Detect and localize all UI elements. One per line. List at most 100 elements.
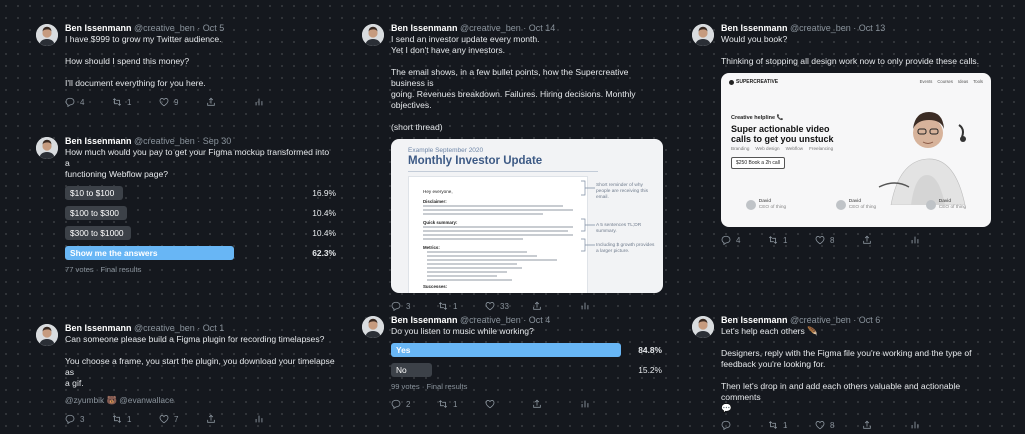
nav-link[interactable]: Events [920, 79, 933, 84]
share-button[interactable] [532, 399, 580, 409]
author-name[interactable]: Ben Issenmann [391, 23, 458, 33]
nav-link[interactable]: Tools [973, 79, 983, 84]
author-handle[interactable]: @creative_ben [790, 315, 851, 325]
tag[interactable]: Freelancing [809, 146, 833, 151]
like-button[interactable] [485, 399, 532, 409]
tweet-date[interactable]: Oct 13 [859, 23, 886, 33]
tweet-card[interactable]: Ben Issenmann @creative_ben · Sep 30 How… [36, 135, 336, 274]
testimonials: David CEO of thing David CEO of thing Davi… [721, 199, 991, 211]
avatar[interactable] [36, 24, 58, 46]
like-button[interactable]: 33 [485, 301, 532, 311]
investor-update-image[interactable]: Example September 2020 Monthly Investor … [391, 139, 663, 293]
tweet-card[interactable]: Ben Issenmann @creative_ben · Oct 6 Let'… [692, 314, 992, 430]
author-name[interactable]: Ben Issenmann [65, 323, 132, 333]
retweet-icon [768, 236, 778, 244]
analytics-button[interactable] [254, 414, 269, 424]
reply-icon [721, 235, 731, 245]
like-button[interactable]: 8 [815, 420, 862, 430]
retweet-icon [438, 400, 448, 408]
reply-button[interactable]: 2 [391, 399, 438, 409]
author-handle[interactable]: @creative_ben [460, 315, 521, 325]
author-name[interactable]: Ben Issenmann [391, 315, 458, 325]
analytics-button[interactable] [254, 97, 269, 107]
mention-tags[interactable]: @zyumbik 🐻 @evanwallace [65, 395, 336, 406]
author-handle[interactable]: @creative_ben [134, 136, 195, 146]
tweet-date[interactable]: Oct 5 [203, 23, 225, 33]
avatar[interactable] [692, 24, 714, 46]
analytics-button[interactable] [580, 399, 595, 409]
share-icon [533, 301, 541, 310]
share-button[interactable] [532, 301, 580, 311]
reply-button[interactable]: 4 [721, 235, 768, 245]
author-name[interactable]: Ben Issenmann [721, 315, 788, 325]
author-name[interactable]: Ben Issenmann [65, 23, 132, 33]
tweet-text: I send an investor update every month. Y… [391, 34, 636, 132]
heart-icon [485, 301, 495, 311]
retweet-icon [112, 415, 122, 423]
book-call-button[interactable]: $250 Book a 2h call [731, 157, 785, 169]
tag[interactable]: Branding [731, 146, 749, 151]
retweet-button[interactable]: 1 [438, 301, 485, 311]
poll-votes: 77 votes · Final results [65, 265, 142, 274]
poll: $10 to $100 16.9% $100 to $300 10.4% $300 … [65, 186, 336, 260]
analytics-button[interactable] [580, 301, 595, 311]
testimonial: David CEO of thing [745, 199, 786, 211]
reply-button[interactable]: 4 [65, 97, 112, 107]
retweet-button[interactable]: 1 [438, 399, 485, 409]
avatar[interactable] [362, 316, 384, 338]
author-handle[interactable]: @creative_ben [460, 23, 521, 33]
tweet-date[interactable]: Oct 1 [203, 323, 225, 333]
tweet-card[interactable]: Ben Issenmann @creative_ben · Oct 14 I s… [362, 22, 663, 311]
service-tags: Branding Web design Webflow Freelancing [731, 146, 833, 151]
share-button[interactable] [206, 97, 254, 107]
annotation-note: A 5 sentences TL;DR summary. [596, 223, 642, 234]
reply-button[interactable]: 3 [391, 301, 438, 311]
tweet-date[interactable]: Sep 30 [203, 136, 232, 146]
author-name[interactable]: Ben Issenmann [65, 136, 132, 146]
tweet-card[interactable]: Ben Issenmann @creative_ben · Oct 4 Do y… [362, 314, 662, 409]
analytics-icon [911, 236, 919, 244]
avatar[interactable] [36, 324, 58, 346]
tweet-date[interactable]: Oct 4 [529, 315, 551, 325]
tweet-card[interactable]: Ben Issenmann @creative_ben · Oct 5 I ha… [36, 22, 336, 107]
analytics-icon [911, 421, 919, 429]
brand-icon [729, 79, 734, 85]
author-handle[interactable]: @creative_ben [790, 23, 851, 33]
tweet-meta: Ben Issenmann @creative_ben · Oct 6 [721, 315, 881, 325]
reply-icon [721, 420, 731, 430]
tag[interactable]: Web design [755, 146, 779, 151]
avatar [745, 200, 756, 210]
avatar[interactable] [362, 24, 384, 46]
poll-option: $100 to $300 10.4% [65, 206, 336, 220]
share-button[interactable] [206, 414, 254, 424]
tweet-meta: Ben Issenmann @creative_ben · Oct 14 [391, 23, 556, 33]
author-name[interactable]: Ben Issenmann [721, 23, 788, 33]
avatar[interactable] [692, 316, 714, 338]
like-button[interactable]: 7 [159, 414, 206, 424]
share-button[interactable] [862, 420, 910, 430]
retweet-button[interactable]: 1 [768, 420, 815, 430]
analytics-button[interactable] [910, 420, 925, 430]
annotation-note: Including $ growth provides a larger pic… [596, 243, 655, 254]
nav-link[interactable]: Courses [937, 79, 953, 84]
retweet-button[interactable]: 1 [112, 414, 159, 424]
author-handle[interactable]: @creative_ben [134, 323, 195, 333]
tag[interactable]: Webflow [786, 146, 804, 151]
reply-button[interactable] [721, 420, 768, 430]
reply-button[interactable]: 3 [65, 414, 112, 424]
tweet-date[interactable]: Oct 6 [859, 315, 881, 325]
like-button[interactable]: 9 [159, 97, 206, 107]
avatar[interactable] [36, 137, 58, 159]
author-handle[interactable]: @creative_ben [134, 23, 195, 33]
tweet-date[interactable]: Oct 14 [529, 23, 556, 33]
retweet-button[interactable]: 1 [768, 235, 815, 245]
tweet-card[interactable]: Ben Issenmann @creative_ben · Oct 13 Wou… [692, 22, 992, 245]
share-button[interactable] [862, 235, 910, 245]
tweet-card[interactable]: Ben Issenmann @creative_ben · Oct 1 Can … [36, 322, 336, 424]
tweet-meta: Ben Issenmann @creative_ben · Oct 4 [391, 315, 551, 325]
analytics-button[interactable] [910, 235, 925, 245]
booking-page-image[interactable]: SUPERCREATIVE Events Courses Ideas Tools… [721, 73, 991, 227]
nav-link[interactable]: Ideas [958, 79, 968, 84]
like-button[interactable]: 8 [815, 235, 862, 245]
retweet-button[interactable]: 1 [112, 97, 159, 107]
